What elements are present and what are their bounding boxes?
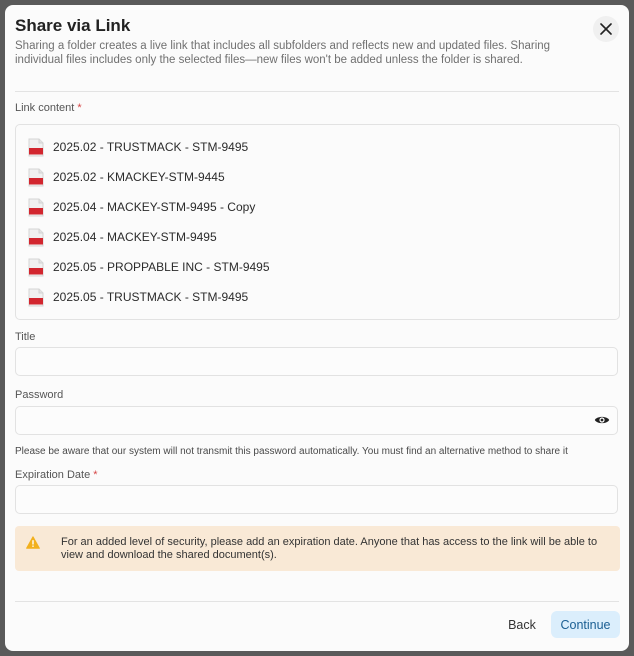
file-item: 2025.05 - PROPPABLE INC - STM-9495 [16, 252, 619, 282]
link-content-label: Link content * [15, 102, 82, 114]
close-icon [600, 23, 612, 35]
share-link-dialog: Share via Link Sharing a folder creates … [5, 5, 629, 651]
required-mark: * [77, 102, 82, 114]
file-item: 2025.04 - MACKEY-STM-9495 - Copy [16, 192, 619, 222]
back-button[interactable]: Back [498, 611, 546, 639]
file-item: 2025.05 - TRUSTMACK - STM-9495 [16, 282, 619, 312]
dialog-title: Share via Link [15, 16, 131, 35]
file-name: 2025.02 - KMACKEY-STM-9445 [53, 170, 225, 184]
password-input[interactable] [15, 406, 618, 435]
title-label: Title [15, 331, 36, 343]
required-mark: * [93, 469, 98, 481]
pdf-file-icon [28, 168, 44, 186]
title-input[interactable] [15, 347, 618, 376]
pdf-file-icon [28, 138, 44, 156]
expiration-warning: For an added level of security, please a… [15, 526, 620, 571]
close-button[interactable] [593, 16, 619, 42]
file-item: 2025.02 - TRUSTMACK - STM-9495 [16, 132, 619, 162]
file-item: 2025.02 - KMACKEY-STM-9445 [16, 162, 619, 192]
pdf-file-icon [28, 198, 44, 216]
expiration-date-input[interactable] [15, 485, 618, 514]
file-name: 2025.04 - MACKEY-STM-9495 [53, 230, 217, 244]
continue-button[interactable]: Continue [551, 611, 620, 638]
file-item: 2025.04 - MACKEY-STM-9495 [16, 222, 619, 252]
file-name: 2025.02 - TRUSTMACK - STM-9495 [53, 140, 249, 154]
password-note: Please be aware that our system will not… [15, 446, 568, 457]
expiration-label: Expiration Date * [15, 469, 98, 481]
file-name: 2025.05 - PROPPABLE INC - STM-9495 [53, 260, 270, 274]
pdf-file-icon [28, 228, 44, 246]
file-name: 2025.04 - MACKEY-STM-9495 - Copy [53, 200, 256, 214]
pdf-file-icon [28, 288, 44, 306]
link-content-list: 2025.02 - TRUSTMACK - STM-9495 2025.02 - … [15, 124, 620, 320]
password-label: Password [15, 389, 64, 401]
warning-text: For an added level of security, please a… [61, 536, 598, 561]
footer-divider [15, 601, 619, 602]
eye-icon[interactable] [594, 414, 610, 426]
pdf-file-icon [28, 258, 44, 276]
warning-icon [26, 536, 40, 549]
file-name: 2025.05 - TRUSTMACK - STM-9495 [53, 290, 249, 304]
dialog-subtitle: Sharing a folder creates a live link tha… [15, 40, 551, 66]
header-divider [15, 91, 619, 92]
